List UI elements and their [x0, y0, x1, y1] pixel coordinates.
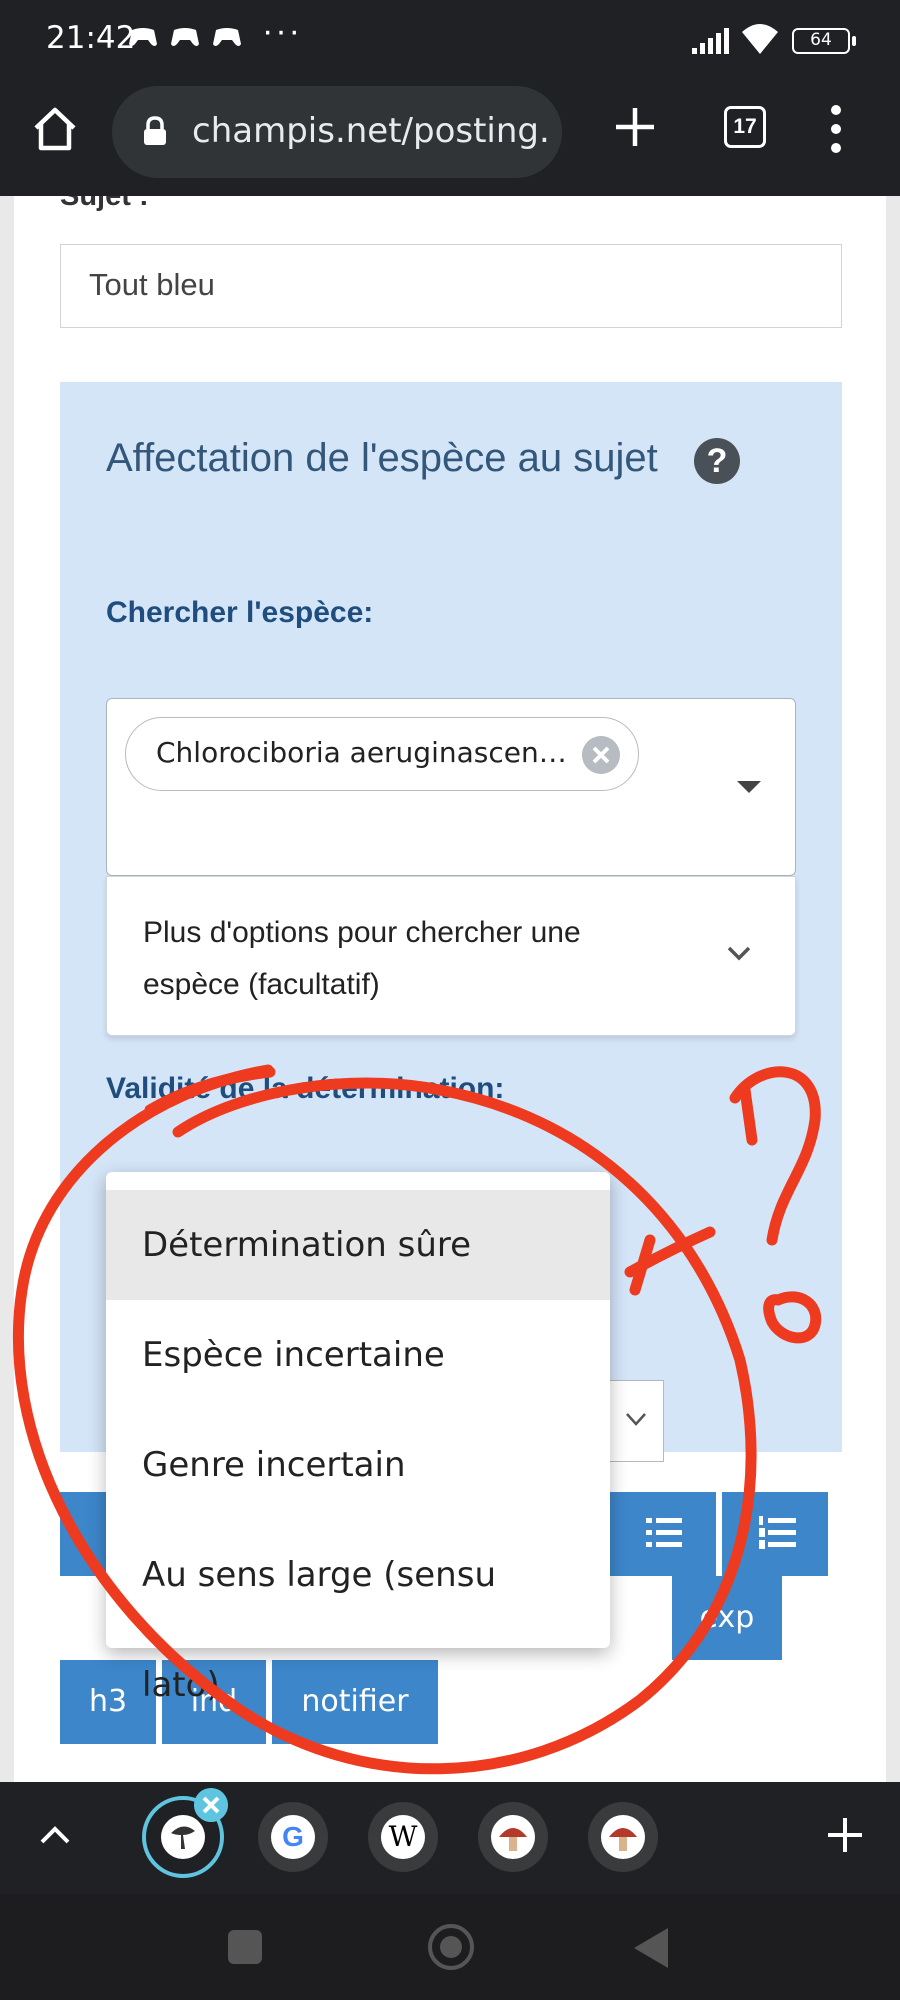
- validity-option-species-uncertain[interactable]: Espèce incertaine: [106, 1300, 610, 1410]
- tab-wikipedia[interactable]: W: [368, 1802, 438, 1872]
- notifier-button[interactable]: notifier: [272, 1660, 438, 1744]
- mushroom-avatar-icon: [491, 1815, 535, 1859]
- lock-icon: [144, 116, 166, 145]
- numbered-list-icon: [759, 1516, 796, 1549]
- signal-icon: [692, 28, 729, 54]
- dropdown-caret-icon[interactable]: [737, 781, 761, 793]
- species-panel-title: Affectation de l'espèce au sujet: [106, 436, 658, 480]
- battery-icon: 64: [792, 28, 856, 54]
- bullet-list-icon: [646, 1518, 682, 1547]
- back-triangle-icon[interactable]: [634, 1928, 668, 1968]
- home-icon[interactable]: [30, 104, 80, 154]
- selected-species-chip: Chlorociboria aeruginascen…: [125, 717, 639, 791]
- game-controller-icon: [129, 28, 157, 46]
- add-tab-icon[interactable]: [826, 1816, 864, 1854]
- bullet-list-button[interactable]: [610, 1492, 716, 1576]
- validity-option-genus-uncertain[interactable]: Genre incertain: [106, 1410, 610, 1520]
- url-text: champis.net/posting.: [192, 111, 550, 151]
- tab-mushroom-site[interactable]: [478, 1802, 548, 1872]
- more-notifications-icon: ···: [262, 12, 302, 50]
- chevron-up-icon[interactable]: [38, 1818, 72, 1852]
- tab-google[interactable]: G: [258, 1802, 328, 1872]
- help-icon[interactable]: ?: [694, 438, 740, 484]
- status-bar: 21:42 ··· 64: [0, 0, 900, 82]
- wikipedia-icon: W: [381, 1815, 425, 1859]
- game-controller-icon: [171, 28, 199, 46]
- numbered-list-button[interactable]: [722, 1492, 828, 1576]
- recents-icon[interactable]: [228, 1930, 262, 1964]
- remove-species-icon[interactable]: [582, 736, 620, 774]
- selected-species-name: Chlorociboria aeruginascen…: [156, 736, 566, 769]
- close-tab-icon[interactable]: [194, 1788, 228, 1822]
- tab-switcher-button[interactable]: 17: [724, 106, 766, 148]
- tab-strip: G W: [0, 1782, 900, 1894]
- mushroom-icon: [161, 1815, 205, 1859]
- more-options-accordion[interactable]: Plus d'options pour chercher une espèce …: [106, 876, 796, 1036]
- wifi-icon: [742, 24, 778, 54]
- home-circle-icon[interactable]: [428, 1924, 474, 1970]
- validity-label: Validité de la détermination:: [106, 1072, 505, 1105]
- species-search-label: Chercher l'espèce:: [106, 596, 374, 629]
- game-controller-icon: [213, 28, 241, 46]
- chevron-down-icon: [727, 946, 751, 961]
- status-time: 21:42: [46, 20, 136, 56]
- chevron-down-icon: [626, 1413, 646, 1426]
- species-select[interactable]: Chlorociboria aeruginascen…: [106, 698, 796, 876]
- exp-button[interactable]: exp: [672, 1576, 782, 1660]
- new-tab-icon[interactable]: [610, 102, 660, 152]
- browser-toolbar: champis.net/posting. 17: [0, 82, 900, 196]
- subject-input[interactable]: Tout bleu: [60, 244, 842, 328]
- validity-dropdown: Détermination sûre Espèce incertaine Gen…: [106, 1172, 610, 1705]
- google-icon: G: [271, 1815, 315, 1859]
- tab-mushroom-site-2[interactable]: [588, 1802, 658, 1872]
- validity-option-sure[interactable]: Détermination sûre: [106, 1190, 610, 1300]
- system-navigation-bar: [0, 1894, 900, 2000]
- menu-dots-icon[interactable]: [828, 104, 844, 154]
- mushroom-avatar-icon: [601, 1815, 645, 1859]
- subject-label: Sujet :: [60, 196, 149, 212]
- address-bar[interactable]: champis.net/posting.: [112, 86, 562, 178]
- more-options-label: Plus d'options pour chercher une espèce …: [143, 916, 581, 1001]
- validity-option-sensu-lato[interactable]: Au sens large (sensu lato): [106, 1520, 610, 1705]
